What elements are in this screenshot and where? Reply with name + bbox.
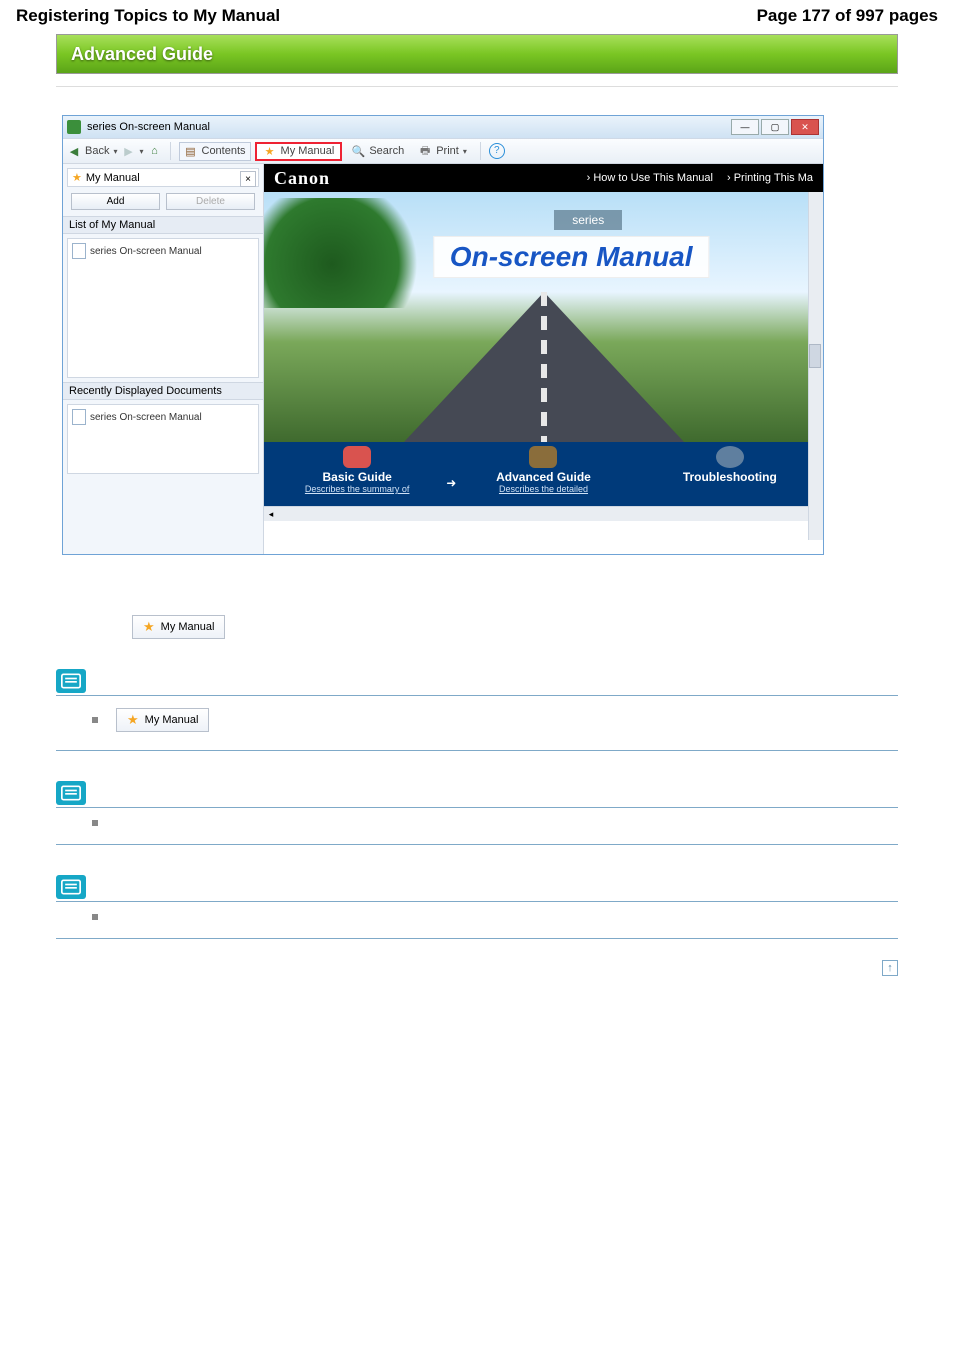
star-icon: ★ [72,171,82,184]
note-icon [56,669,86,693]
advanced-guide-icon [529,446,557,468]
nav-title: Advanced Guide [452,470,634,484]
nav-desc: Describes the summary of [266,484,448,494]
window-minimize-button[interactable]: — [731,119,759,135]
scrollbar-thumb[interactable] [809,344,821,368]
mymanual-button-sample[interactable]: ★ My Manual [132,615,225,639]
window-close-button[interactable]: ✕ [791,119,819,135]
forward-dropdown-icon[interactable]: ▾ [139,147,143,156]
note-block: ★ My Manual [56,669,898,751]
mymanual-pane-header: ★ My Manual × [67,168,259,187]
star-icon: ★ [127,712,139,728]
nav-advanced-guide[interactable]: Advanced Guide Describes the detailed [450,442,636,506]
mymanual-pane-title: My Manual [86,172,140,184]
window-title: series On-screen Manual [87,121,210,133]
nav-title: Troubleshooting [639,470,821,484]
document-icon [72,243,86,259]
add-button[interactable]: Add [71,193,160,210]
mymanual-label: My Manual [281,145,335,157]
note-icon [56,875,86,899]
hero-title: On-screen Manual [433,236,710,278]
help-icon[interactable]: ? [489,143,505,159]
search-icon: 🔍 [351,145,365,158]
mymanual-list[interactable]: series On-screen Manual [67,238,259,378]
page-title: Registering Topics to My Manual [16,6,280,26]
recent-list[interactable]: series On-screen Manual [67,404,259,474]
mymanual-button-sample[interactable]: ★ My Manual [116,708,209,732]
series-tag: series [554,210,622,230]
scroll-left-icon[interactable]: ◂ [264,509,278,520]
window-maximize-button[interactable]: ▢ [761,119,789,135]
star-icon: ★ [143,619,155,635]
back-arrow-icon[interactable]: ◀ [67,145,81,158]
canon-logo: Canon [274,168,330,189]
mymanual-label: My Manual [161,621,215,633]
page-number: Page 177 of 997 pages [757,6,938,26]
mymanual-button-highlighted[interactable]: ★ My Manual [255,142,343,161]
bullet-icon [92,914,98,920]
toolbar: ◀ Back ▾ ▶ ▾ ⌂ ▤ Contents ★ My Manual 🔍 … [63,139,823,164]
nav-desc: Describes the detailed [452,484,634,494]
note-icon [56,781,86,805]
list-item-label: series On-screen Manual [90,246,202,257]
how-to-use-link[interactable]: How to Use This Manual [587,172,713,184]
print-dropdown-icon: ▾ [463,147,467,156]
mymanual-label: My Manual [145,714,199,726]
note-block [56,781,898,845]
guide-bar: Advanced Guide [56,34,898,74]
brand-bar: Canon How to Use This Manual Printing Th… [264,164,823,192]
hero-road-line [541,292,547,442]
star-icon: ★ [263,145,277,158]
back-dropdown-icon[interactable]: ▾ [113,147,117,156]
search-label: Search [369,145,404,157]
back-label[interactable]: Back [85,145,109,157]
divider [56,86,898,87]
app-icon [67,120,81,134]
window-titlebar: series On-screen Manual — ▢ ✕ [63,116,823,139]
list-label: List of My Manual [63,216,263,234]
nav-basic-guide[interactable]: Basic Guide Describes the summary of ➜ [264,442,450,506]
search-button[interactable]: 🔍 Search [346,142,409,161]
print-label: Print [436,145,459,157]
contents-button[interactable]: ▤ Contents [179,142,251,161]
forward-arrow-icon[interactable]: ▶ [121,145,135,158]
delete-button[interactable]: Delete [166,193,255,210]
list-item-label: series On-screen Manual [90,412,202,423]
troubleshooting-icon [716,446,744,468]
recent-label: Recently Displayed Documents [63,382,263,400]
print-icon: 🖶 [418,142,432,161]
guide-bar-label: Advanced Guide [71,44,213,65]
bullet-icon [92,820,98,826]
contents-label: Contents [202,145,246,157]
bullet-icon [92,717,98,723]
page-top-button[interactable]: ↑ [882,960,898,976]
hero-image: series On-screen Manual [264,192,823,442]
note-block [56,875,898,939]
screenshot-window: series On-screen Manual — ▢ ✕ ◀ Back ▾ ▶… [62,115,824,555]
content-pane: Canon How to Use This Manual Printing Th… [264,164,823,554]
nav-troubleshooting[interactable]: Troubleshooting [637,442,823,506]
bottom-nav: Basic Guide Describes the summary of ➜ A… [264,442,823,506]
mymanual-pane: ★ My Manual × Add Delete List of My Manu… [63,164,264,554]
list-item[interactable]: series On-screen Manual [72,409,254,425]
print-button[interactable]: 🖶 Print ▾ [413,139,472,164]
list-item[interactable]: series On-screen Manual [72,243,254,259]
horizontal-scrollbar[interactable]: ◂ ▸ [264,506,823,521]
printing-link[interactable]: Printing This Ma [727,172,813,184]
contents-icon: ▤ [184,145,198,158]
nav-title: Basic Guide [266,470,448,484]
basic-guide-icon [343,446,371,468]
pane-close-button[interactable]: × [240,171,256,187]
document-icon [72,409,86,425]
home-icon[interactable]: ⌂ [148,145,162,157]
